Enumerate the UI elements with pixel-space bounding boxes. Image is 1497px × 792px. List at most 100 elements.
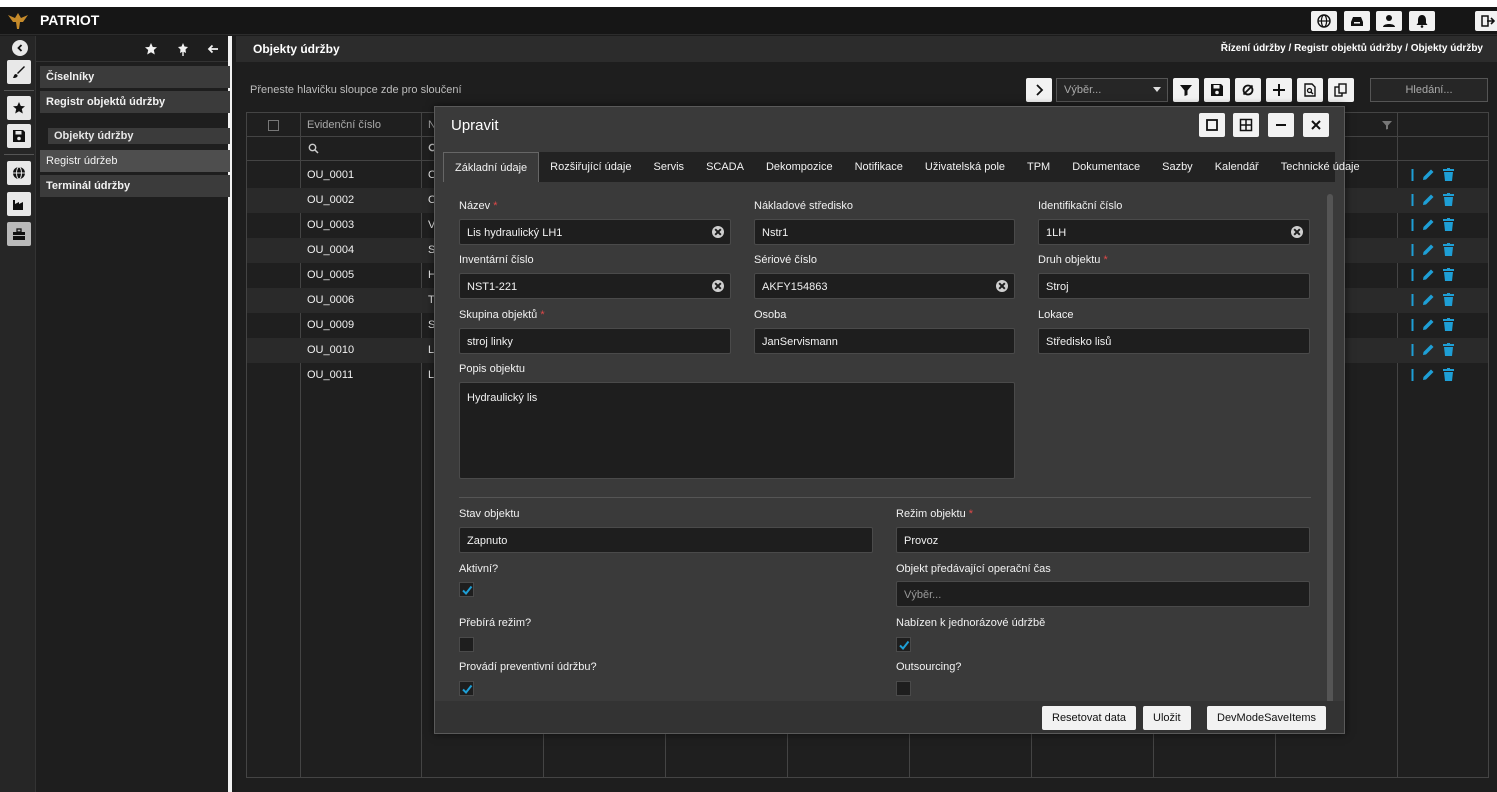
edit-icon[interactable] [1422,168,1435,181]
inbox-button[interactable] [1344,11,1370,31]
trash-icon[interactable] [1443,193,1454,206]
user-button[interactable] [1376,11,1402,31]
nakladove-field[interactable]: Nstr1 [754,219,1015,245]
inventarni-field[interactable]: NST1-221 [459,273,731,299]
rezim-field[interactable]: Provoz [896,527,1310,553]
prebira-checkbox[interactable] [459,637,474,652]
search-input[interactable]: Hledání... [1370,78,1488,102]
copy-button[interactable] [1328,78,1354,102]
pin-icon[interactable] [176,42,190,56]
info-icon[interactable] [1411,218,1414,231]
column-filter-icon[interactable] [1381,120,1393,130]
clear-icon[interactable] [1291,226,1303,238]
tab-sazby[interactable]: Sazby [1151,152,1204,182]
form-scrollbar[interactable] [1327,194,1333,704]
trash-icon[interactable] [1443,268,1454,281]
skupina-field[interactable]: stroj linky [459,328,731,354]
layout-button[interactable] [1233,113,1259,137]
info-icon[interactable] [1411,343,1414,356]
sidebar-item-registr-udrzeb[interactable]: Registr údržeb [40,150,230,172]
provadi-checkbox[interactable] [459,681,474,696]
info-icon[interactable] [1411,193,1414,206]
trash-icon[interactable] [1443,218,1454,231]
filter-button[interactable] [1173,78,1199,102]
tab-scada[interactable]: SCADA [695,152,755,182]
aktivni-checkbox[interactable] [459,582,474,597]
logout-button[interactable] [1475,11,1497,31]
trash-icon[interactable] [1443,318,1454,331]
trash-icon[interactable] [1443,293,1454,306]
outsourcing-checkbox[interactable] [896,681,911,696]
tab-dekompozice[interactable]: Dekompozice [755,152,844,182]
tab-kalendar[interactable]: Kalendář [1204,152,1270,182]
rail-save-button[interactable] [7,124,31,148]
info-icon[interactable] [1411,268,1414,281]
edit-icon[interactable] [1422,368,1435,381]
info-icon[interactable] [1411,243,1414,256]
trash-icon[interactable] [1443,368,1454,381]
nazev-field[interactable]: Lis hydraulický LH1 [459,219,731,245]
trash-icon[interactable] [1443,243,1454,256]
edit-icon[interactable] [1422,193,1435,206]
edit-icon[interactable] [1422,218,1435,231]
collapse-sidebar-button[interactable] [12,40,28,56]
clear-icon[interactable] [996,280,1008,292]
info-icon[interactable] [1411,318,1414,331]
sidebar-item-registr-objektu[interactable]: Registr objektů údržby [40,91,230,113]
info-icon[interactable] [1411,168,1414,181]
save-button[interactable]: Uložit [1143,706,1191,730]
tab-zakladni-udaje[interactable]: Základní údaje [443,152,540,182]
trash-icon[interactable] [1443,168,1454,181]
objekt-cas-select[interactable]: Výběr... [896,581,1310,607]
rail-brush-button[interactable] [7,60,31,84]
rail-maintenance-button[interactable] [7,222,31,246]
rail-favorites-button[interactable] [7,96,31,120]
sidebar-item-ciselniky[interactable]: Číselníky [40,66,230,88]
tab-servis[interactable]: Servis [643,152,696,182]
osoba-field[interactable]: JanServismann [754,328,1015,354]
reset-data-button[interactable]: Resetovat data [1042,706,1136,730]
info-icon[interactable] [1411,293,1414,306]
edit-icon[interactable] [1422,243,1435,256]
add-button[interactable] [1266,78,1292,102]
close-button[interactable] [1303,113,1329,137]
tab-uzivatelska-pole[interactable]: Uživatelská pole [914,152,1016,182]
info-icon[interactable] [1411,368,1414,381]
edit-icon[interactable] [1422,268,1435,281]
seriove-field[interactable]: AKFY154863 [754,273,1015,299]
edit-icon[interactable] [1422,318,1435,331]
save-view-button[interactable] [1204,78,1230,102]
tab-rozsirujici-udaje[interactable]: Rozšiřující údaje [539,152,642,182]
clear-icon[interactable] [712,226,724,238]
select-all-checkbox[interactable] [268,120,279,131]
nabizen-checkbox[interactable] [896,637,911,652]
sidebar-item-objekty-udrzby[interactable]: Objekty údržby [48,128,230,144]
dev-save-items-button[interactable]: DevModeSaveItems [1207,706,1327,730]
edit-icon[interactable] [1422,293,1435,306]
notifications-button[interactable] [1409,11,1435,31]
druh-field[interactable]: Stroj [1038,273,1310,299]
tab-technicke-udaje[interactable]: Technické údaje [1270,152,1371,182]
identifikacni-field[interactable]: 1LH [1038,219,1310,245]
trash-icon[interactable] [1443,343,1454,356]
export-button[interactable] [1297,78,1323,102]
column-header-evidencni[interactable]: Evidenční číslo [307,119,381,131]
tab-dokumentace[interactable]: Dokumentace [1061,152,1151,182]
rail-factory-button[interactable] [7,192,31,216]
tab-notifikace[interactable]: Notifikace [844,152,914,182]
clear-filter-button[interactable] [1235,78,1261,102]
star-icon[interactable] [144,42,158,56]
view-select[interactable]: Výběr... [1056,78,1168,102]
tab-tpm[interactable]: TPM [1016,152,1061,182]
edit-icon[interactable] [1422,343,1435,356]
minimize-button[interactable] [1268,113,1294,137]
expand-button[interactable] [1026,78,1052,102]
sidebar-item-terminal-udrzby[interactable]: Terminál údržby [40,175,230,197]
stav-field[interactable]: Zapnuto [459,527,873,553]
lokace-field[interactable]: Středisko lisů [1038,328,1310,354]
search-icon[interactable] [308,143,319,154]
clear-icon[interactable] [712,280,724,292]
popis-textarea[interactable]: Hydraulický lis [459,382,1015,479]
arrow-left-icon[interactable] [206,42,220,56]
language-button[interactable] [1311,11,1337,31]
